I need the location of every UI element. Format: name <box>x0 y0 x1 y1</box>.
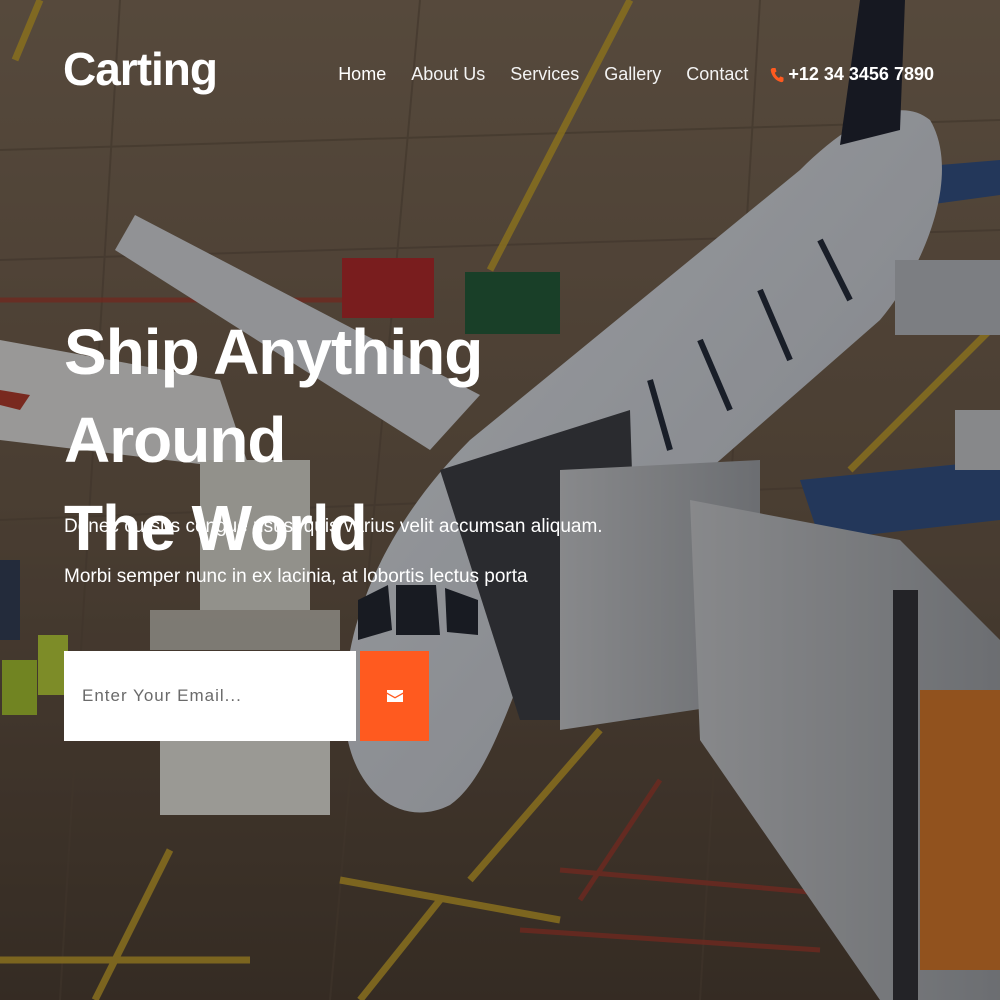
site-logo[interactable]: Carting <box>63 42 218 96</box>
hero-subtitle-line-1: Donec cursus congue risus, quis varius v… <box>64 516 603 537</box>
subscribe-button[interactable] <box>360 651 429 741</box>
envelope-icon <box>386 690 403 702</box>
phone-number: +12 34 3456 7890 <box>788 64 934 84</box>
main-nav: Home About Us Services Gallery Contact +… <box>313 64 934 85</box>
phone-icon <box>771 67 784 82</box>
hero-section: Carting Home About Us Services Gallery C… <box>0 0 1000 1000</box>
hero-subtitle-line-2: Morbi semper nunc in ex lacinia, at lobo… <box>64 566 528 587</box>
nav-item-home[interactable]: Home <box>338 64 386 85</box>
nav-item-gallery[interactable]: Gallery <box>604 64 661 85</box>
nav-item-services[interactable]: Services <box>510 64 579 85</box>
hero-title-line-1: Ship Anything Around <box>64 316 483 476</box>
nav-item-contact[interactable]: Contact <box>686 64 748 85</box>
hero-content: Ship Anything Around The World Donec cur… <box>64 308 684 587</box>
subscribe-form <box>64 651 429 741</box>
email-input[interactable] <box>64 651 356 741</box>
nav-item-about-us[interactable]: About Us <box>411 64 485 85</box>
navbar: Carting Home About Us Services Gallery C… <box>0 0 1000 150</box>
nav-phone[interactable]: +12 34 3456 7890 <box>770 64 934 85</box>
